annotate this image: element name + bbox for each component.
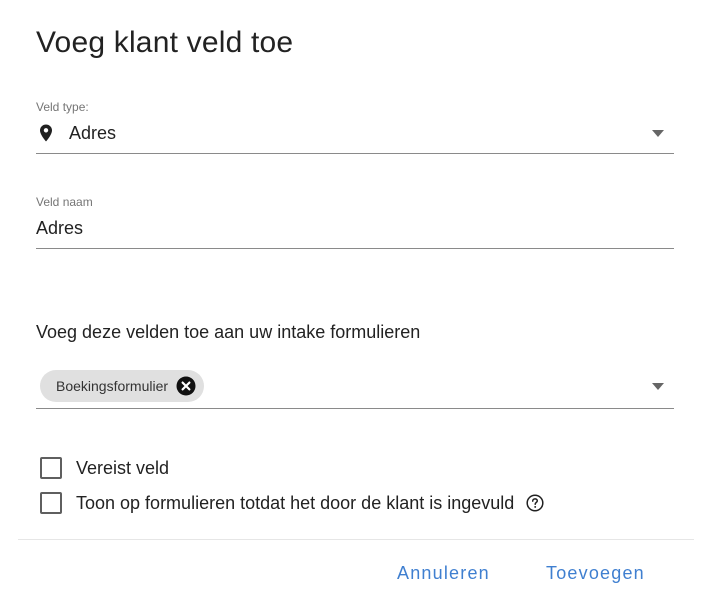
- required-field-option[interactable]: Vereist veld: [40, 456, 169, 480]
- field-name-label: Veld naam: [36, 195, 93, 209]
- field-name-underline: [36, 248, 674, 249]
- form-chip-label: Boekingsformulier: [56, 378, 169, 394]
- field-type-select[interactable]: Veld type: Adres: [36, 100, 674, 156]
- caret-down-icon[interactable]: [652, 130, 664, 137]
- field-type-label: Veld type:: [36, 100, 89, 114]
- add-button[interactable]: Toevoegen: [546, 560, 645, 586]
- cancel-button[interactable]: Annuleren: [397, 560, 490, 586]
- show-until-filled-option[interactable]: Toon op formulieren totdat het door de k…: [40, 491, 544, 515]
- field-type-value: Adres: [69, 123, 117, 143]
- field-type-underline: [36, 153, 674, 154]
- intake-forms-underline: [36, 408, 674, 409]
- dialog-title: Voeg klant veld toe: [36, 26, 294, 59]
- required-field-checkbox[interactable]: [40, 457, 62, 479]
- intake-forms-heading: Voeg deze velden toe aan uw intake formu…: [36, 322, 421, 342]
- actions-divider: [18, 539, 694, 540]
- field-name-field: Veld naam: [36, 195, 674, 251]
- intake-forms-select[interactable]: Boekingsformulier: [36, 364, 674, 410]
- map-pin-icon: [40, 124, 52, 142]
- field-name-input[interactable]: [36, 215, 636, 241]
- caret-down-icon[interactable]: [652, 383, 664, 390]
- required-field-label: Vereist veld: [76, 457, 170, 478]
- show-until-filled-checkbox[interactable]: [40, 492, 62, 514]
- add-client-field-dialog: Voeg klant veld toe Veld type: Adres Vel…: [0, 0, 708, 600]
- help-circle-icon[interactable]: [526, 494, 544, 512]
- chip-remove-icon[interactable]: [176, 376, 196, 396]
- show-until-filled-label: Toon op formulieren totdat het door de k…: [76, 492, 515, 513]
- form-chip: Boekingsformulier: [40, 370, 205, 402]
